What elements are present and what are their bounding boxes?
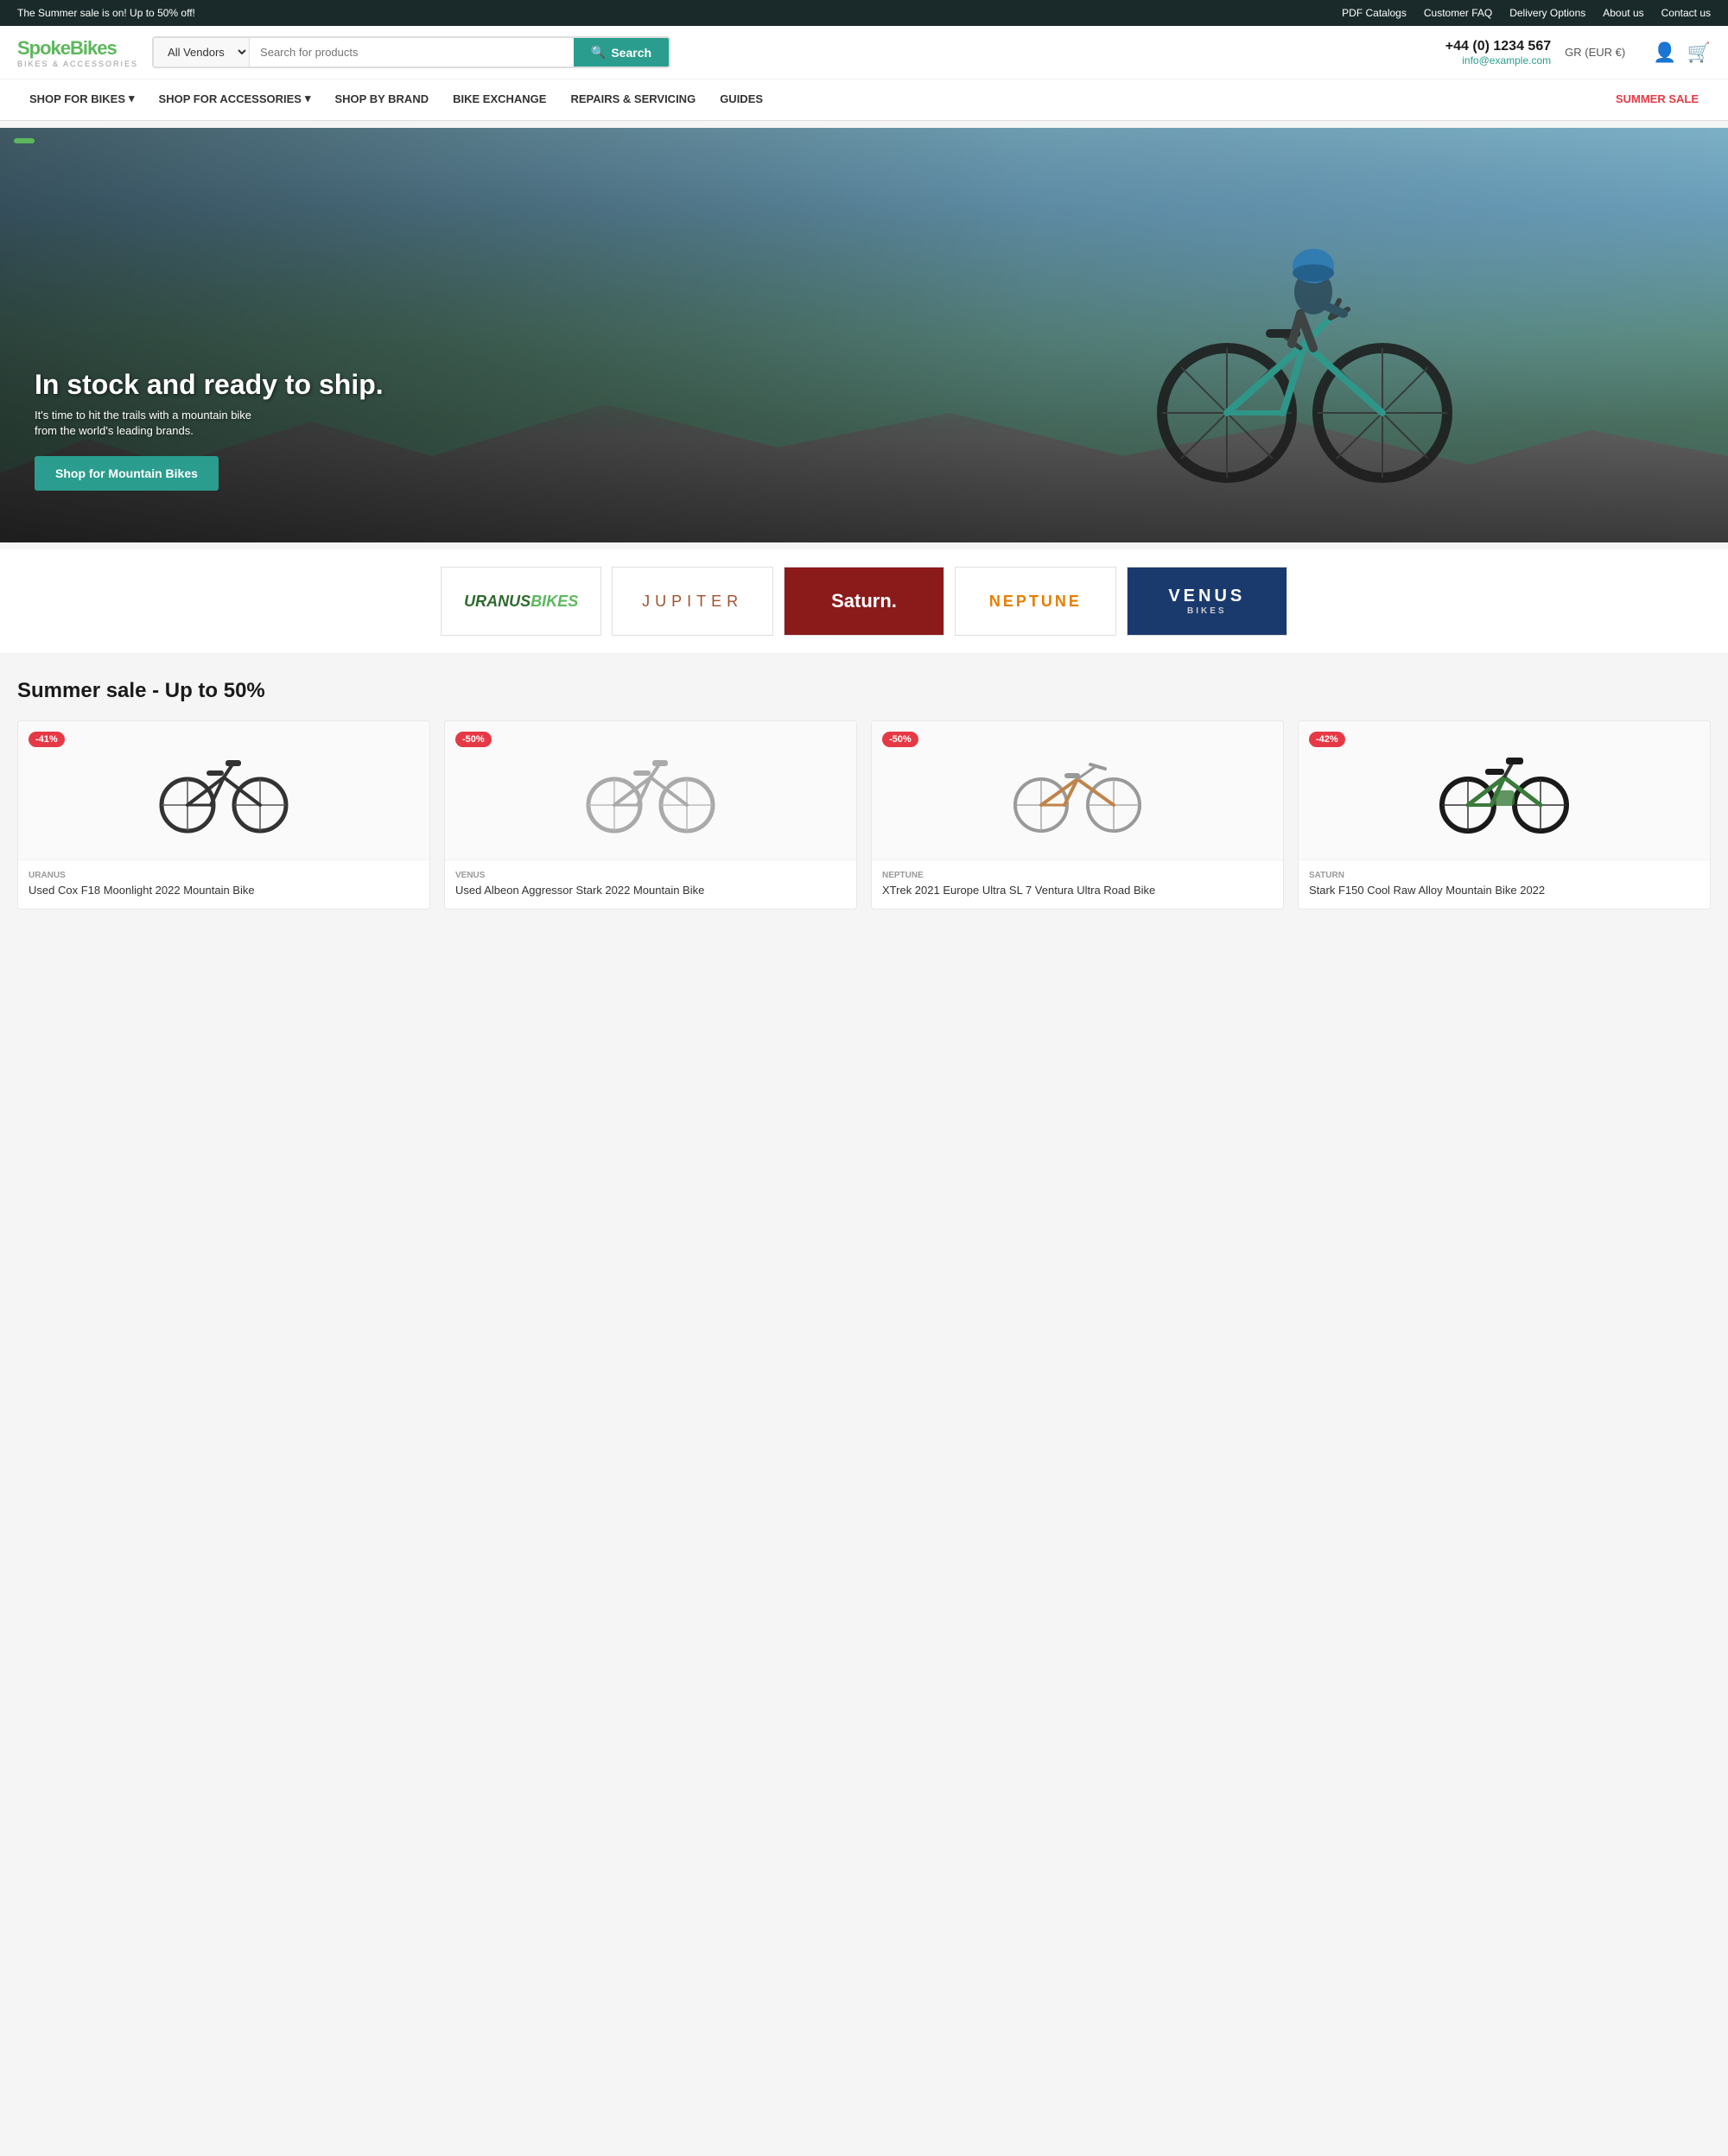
hero-subtitle: It's time to hit the trails with a mount…	[35, 408, 276, 439]
product-card-2[interactable]: -50% NEPTU	[871, 720, 1284, 910]
hero-dots	[14, 138, 35, 143]
product-image-3	[1299, 721, 1710, 859]
product-info-0: URANUS Used Cox F18 Moonlight 2022 Mount…	[18, 859, 429, 909]
nav-shop-brand[interactable]: Shop by Brand	[323, 79, 442, 120]
product-brand-0: URANUS	[29, 871, 419, 880]
sale-title: Summer sale - Up to 50%	[17, 679, 1711, 703]
brand-venus[interactable]: VENUSBIKES	[1127, 567, 1287, 636]
about-us-link[interactable]: About us	[1603, 7, 1643, 19]
promo-text: The Summer sale is on! Up to 50% off!	[17, 7, 195, 19]
search-icon: 🔍	[591, 45, 606, 60]
nav-summer-sale[interactable]: Summer Sale	[1604, 80, 1711, 120]
sale-section: Summer sale - Up to 50% -41%	[0, 653, 1728, 935]
brands-grid: URANUSBIKES JUPITER Saturn. NEPTUNE VENU…	[441, 567, 1287, 636]
contact-email: info@example.com	[1445, 54, 1551, 67]
nav-repairs[interactable]: Repairs & Servicing	[558, 79, 708, 120]
product-brand-1: VENUS	[455, 871, 846, 880]
search-input[interactable]	[250, 38, 574, 67]
product-name-2: XTrek 2021 Europe Ultra SL 7 Ventura Ult…	[882, 884, 1273, 898]
product-badge-3: -42%	[1309, 732, 1345, 747]
product-badge-2: -50%	[882, 732, 918, 747]
currency-selector[interactable]: GR (EUR €)	[1565, 46, 1625, 59]
cart-icon[interactable]: 🛒	[1687, 41, 1711, 64]
product-name-0: Used Cox F18 Moonlight 2022 Mountain Bik…	[29, 884, 419, 898]
top-banner: The Summer sale is on! Up to 50% off! PD…	[0, 0, 1728, 26]
hero-bike-image	[1140, 214, 1469, 491]
brand-saturn-label: Saturn.	[831, 590, 897, 612]
chevron-down-icon: ▾	[305, 92, 311, 105]
product-info-2: NEPTUNE XTrek 2021 Europe Ultra SL 7 Ven…	[872, 859, 1283, 909]
hero-content: In stock and ready to ship. It's time to…	[35, 369, 384, 491]
logo-wordmark: SpokeBikes	[17, 37, 138, 60]
vendor-select[interactable]: All Vendors	[154, 38, 250, 67]
product-card-0[interactable]: -41% URANU	[17, 720, 430, 910]
nav-shop-bikes[interactable]: Shop for Bikes ▾	[17, 79, 147, 120]
product-badge-1: -50%	[455, 732, 492, 747]
product-brand-3: SATURN	[1309, 871, 1699, 880]
product-image-1	[445, 721, 856, 859]
pdf-catalogs-link[interactable]: PDF Catalogs	[1342, 7, 1407, 19]
brand-neptune-label: NEPTUNE	[989, 593, 1082, 611]
top-banner-links: PDF Catalogs Customer FAQ Delivery Optio…	[1342, 7, 1711, 19]
product-brand-2: NEPTUNE	[882, 871, 1273, 880]
product-badge-0: -41%	[29, 732, 65, 747]
nav-bike-exchange[interactable]: Bike Exchange	[441, 79, 558, 120]
customer-faq-link[interactable]: Customer FAQ	[1424, 7, 1492, 19]
hero-cta-button[interactable]: Shop for Mountain Bikes	[35, 456, 219, 491]
nav-guides[interactable]: Guides	[708, 79, 775, 120]
delivery-options-link[interactable]: Delivery Options	[1509, 7, 1585, 19]
contact-phone: +44 (0) 1234 567	[1445, 39, 1551, 54]
brands-section: URANUSBIKES JUPITER Saturn. NEPTUNE VENU…	[0, 549, 1728, 653]
chevron-down-icon: ▾	[129, 92, 135, 105]
product-info-1: VENUS Used Albeon Aggressor Stark 2022 M…	[445, 859, 856, 909]
hero-title: In stock and ready to ship.	[35, 369, 384, 401]
logo-spoke: Spoke	[17, 37, 70, 59]
header: SpokeBikes BIKES & ACCESSORIES All Vendo…	[0, 26, 1728, 79]
nav-shop-accessories[interactable]: Shop for Accessories ▾	[147, 79, 323, 120]
product-card-3[interactable]: -42%	[1298, 720, 1711, 910]
search-bar: All Vendors 🔍 Search	[152, 36, 670, 68]
nav-left: Shop for Bikes ▾ Shop for Accessories ▾ …	[17, 79, 775, 120]
product-image-2	[872, 721, 1283, 859]
product-name-1: Used Albeon Aggressor Stark 2022 Mountai…	[455, 884, 846, 898]
brand-saturn[interactable]: Saturn.	[784, 567, 944, 636]
search-button-label: Search	[611, 46, 651, 60]
brand-jupiter-label: JUPITER	[642, 593, 743, 611]
search-button[interactable]: 🔍 Search	[574, 38, 669, 67]
brand-uranus[interactable]: URANUSBIKES	[441, 567, 601, 636]
contact-us-link[interactable]: Contact us	[1661, 7, 1711, 19]
header-icons: 👤 🛒	[1653, 41, 1711, 64]
account-icon[interactable]: 👤	[1653, 41, 1676, 64]
product-image-0	[18, 721, 429, 859]
product-info-3: SATURN Stark F150 Cool Raw Alloy Mountai…	[1299, 859, 1710, 909]
contact-info: +44 (0) 1234 567 info@example.com	[1445, 39, 1551, 67]
logo-tagline: BIKES & ACCESSORIES	[17, 60, 138, 68]
brand-jupiter[interactable]: JUPITER	[612, 567, 772, 636]
dot-active	[14, 138, 35, 143]
brand-uranus-label: URANUSBIKES	[464, 593, 578, 611]
logo[interactable]: SpokeBikes BIKES & ACCESSORIES	[17, 37, 138, 68]
brand-neptune[interactable]: NEPTUNE	[955, 567, 1115, 636]
products-grid: -41% URANU	[17, 720, 1711, 910]
product-card-1[interactable]: -50% VENUS	[444, 720, 857, 910]
brand-venus-label: VENUSBIKES	[1168, 586, 1245, 617]
hero-banner: In stock and ready to ship. It's time to…	[0, 128, 1728, 542]
navigation: Shop for Bikes ▾ Shop for Accessories ▾ …	[0, 79, 1728, 121]
product-name-3: Stark F150 Cool Raw Alloy Mountain Bike …	[1309, 884, 1699, 898]
logo-bikes: Bikes	[70, 37, 117, 59]
